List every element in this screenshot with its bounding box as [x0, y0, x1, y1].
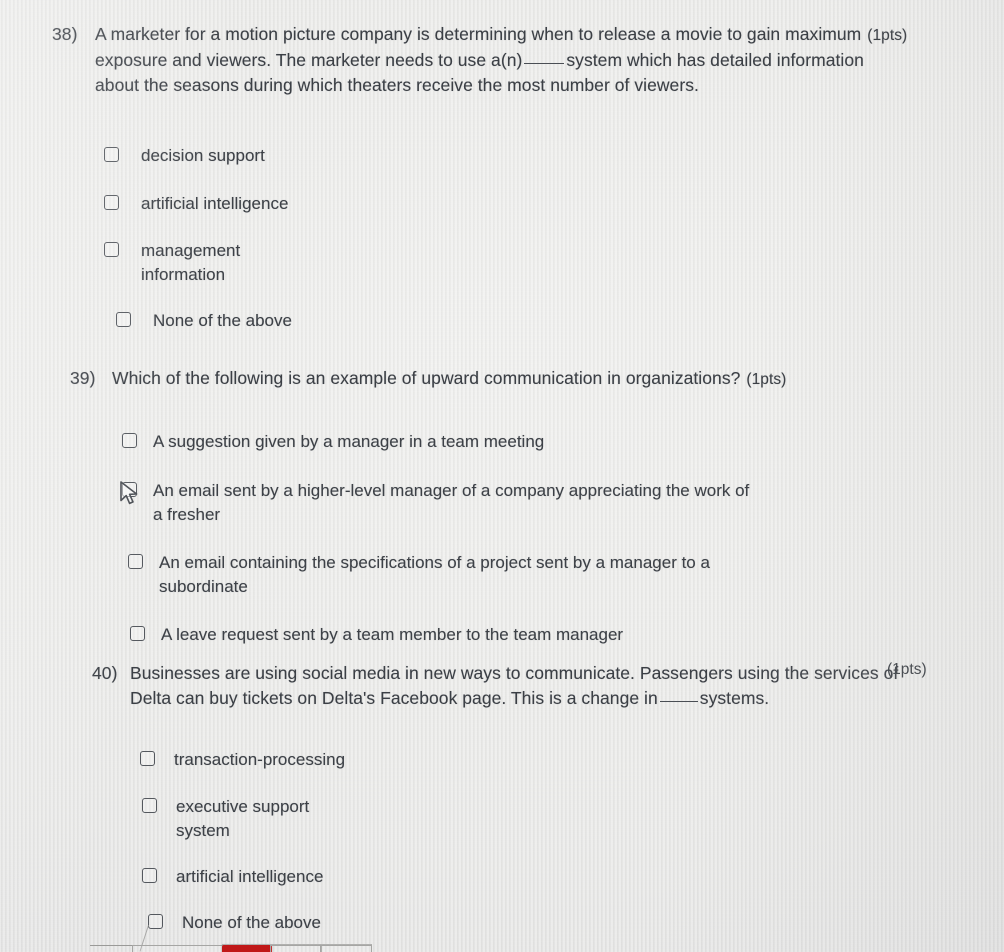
bottom-toolbar-fragment[interactable]	[0, 925, 1004, 952]
question-40-option-1[interactable]: transaction-processing	[140, 748, 660, 772]
checkbox-icon[interactable]	[142, 798, 157, 813]
question-38-option-3-line1: management	[141, 241, 241, 260]
question-40-number: 40)	[92, 663, 118, 683]
question-39-option-3-line2: subordinate	[159, 577, 248, 596]
question-39-option-4-label: A leave request sent by a team member to…	[161, 625, 624, 644]
question-38-option-2[interactable]: artificial intelligence	[104, 192, 624, 216]
checkbox-icon[interactable]	[104, 242, 119, 257]
question-39-option-3[interactable]: An email containing the specifications o…	[128, 551, 882, 599]
question-40-line2-after-blank: systems.	[699, 688, 770, 708]
question-38-line2-before-blank: exposure and viewers. The marketer needs…	[95, 50, 523, 70]
question-39-option-2-line2: a fresher	[153, 505, 221, 524]
question-39-option-1-label: A suggestion given by a manager in a tea…	[153, 432, 545, 451]
question-40-option-2-line2: system	[176, 821, 230, 840]
question-38-line1: A marketer for a motion picture company …	[95, 24, 862, 44]
question-40-option-2[interactable]: executive support system	[142, 795, 660, 843]
question-39-option-4[interactable]: A leave request sent by a team member to…	[130, 623, 882, 647]
question-38-line2-after-blank: system which has detailed information	[566, 50, 864, 70]
question-38-option-4[interactable]: None of the above	[116, 309, 624, 333]
question-39-option-3-line1: An email containing the specifications o…	[159, 553, 710, 572]
question-39-number: 39)	[70, 368, 96, 388]
checkbox-icon[interactable]	[130, 626, 145, 641]
checkbox-icon[interactable]	[128, 554, 143, 569]
toolbar-cell-2[interactable]	[270, 945, 322, 952]
question-39-option-2[interactable]: An email sent by a higher-level manager …	[120, 479, 882, 527]
question-38-option-3[interactable]: management information	[104, 239, 624, 287]
question-39-line1: Which of the following is an example of …	[112, 368, 741, 388]
question-38-option-1-label: decision support	[141, 146, 265, 165]
toolbar-cell-3[interactable]	[320, 945, 372, 952]
question-38-number: 38)	[52, 24, 78, 44]
question-40-options: transaction-processing executive support…	[140, 748, 660, 935]
question-39-option-1[interactable]: A suggestion given by a manager in a tea…	[122, 430, 882, 454]
toolbar-top-border-right	[222, 944, 372, 945]
question-40: 40) Businesses are using social media in…	[92, 661, 992, 711]
checkbox-icon[interactable]	[104, 195, 119, 210]
question-38-prompt: 38) A marketer for a motion picture comp…	[52, 22, 982, 98]
question-40-option-3-label: artificial intelligence	[176, 867, 324, 886]
question-38-option-3-line2: information	[141, 265, 226, 284]
question-38-points: (1pts)	[867, 27, 908, 44]
question-40-option-2-label: executive support system	[176, 795, 660, 843]
question-38-option-3-label: management information	[141, 239, 624, 287]
question-40-option-1-label: transaction-processing	[174, 750, 346, 769]
question-40-prompt: 40) Businesses are using social media in…	[92, 661, 992, 711]
question-38-blank	[524, 63, 565, 64]
question-38-options: decision support artificial intelligence…	[104, 144, 624, 333]
question-38-option-4-label: None of the above	[153, 311, 292, 330]
checkbox-icon[interactable]	[122, 482, 137, 497]
checkbox-icon[interactable]	[140, 751, 155, 766]
question-39: 39) Which of the following is an example…	[70, 366, 970, 392]
question-40-blank	[659, 701, 698, 702]
checkbox-icon[interactable]	[122, 433, 137, 448]
question-40-line1: Businesses are using social media in new…	[130, 663, 899, 683]
quiz-page: 38) A marketer for a motion picture comp…	[0, 0, 1004, 952]
question-38-option-2-label: artificial intelligence	[141, 194, 289, 213]
question-40-line2-before-blank: Delta can buy tickets on Delta's Faceboo…	[130, 688, 658, 708]
question-38-line3: about the seasons during which theaters …	[95, 75, 699, 95]
checkbox-icon[interactable]	[116, 312, 131, 327]
question-40-option-3[interactable]: artificial intelligence	[142, 865, 660, 889]
toolbar-cell-1[interactable]	[132, 945, 224, 952]
question-38-option-1[interactable]: decision support	[104, 144, 624, 168]
question-40-points: (1pts)	[887, 661, 927, 678]
question-38: 38) A marketer for a motion picture comp…	[52, 22, 982, 98]
checkbox-icon[interactable]	[104, 147, 119, 162]
question-39-option-3-label: An email containing the specifications o…	[159, 551, 882, 599]
question-39-option-2-label: An email sent by a higher-level manager …	[153, 479, 882, 527]
question-40-option-2-line1: executive support	[176, 797, 310, 816]
question-39-points: (1pts)	[746, 371, 787, 388]
question-39-prompt: 39) Which of the following is an example…	[70, 366, 970, 392]
checkbox-icon[interactable]	[142, 868, 157, 883]
question-39-option-2-line1: An email sent by a higher-level manager …	[153, 481, 750, 500]
toolbar-cell-selected[interactable]	[222, 945, 272, 952]
question-39-options: A suggestion given by a manager in a tea…	[120, 430, 882, 647]
